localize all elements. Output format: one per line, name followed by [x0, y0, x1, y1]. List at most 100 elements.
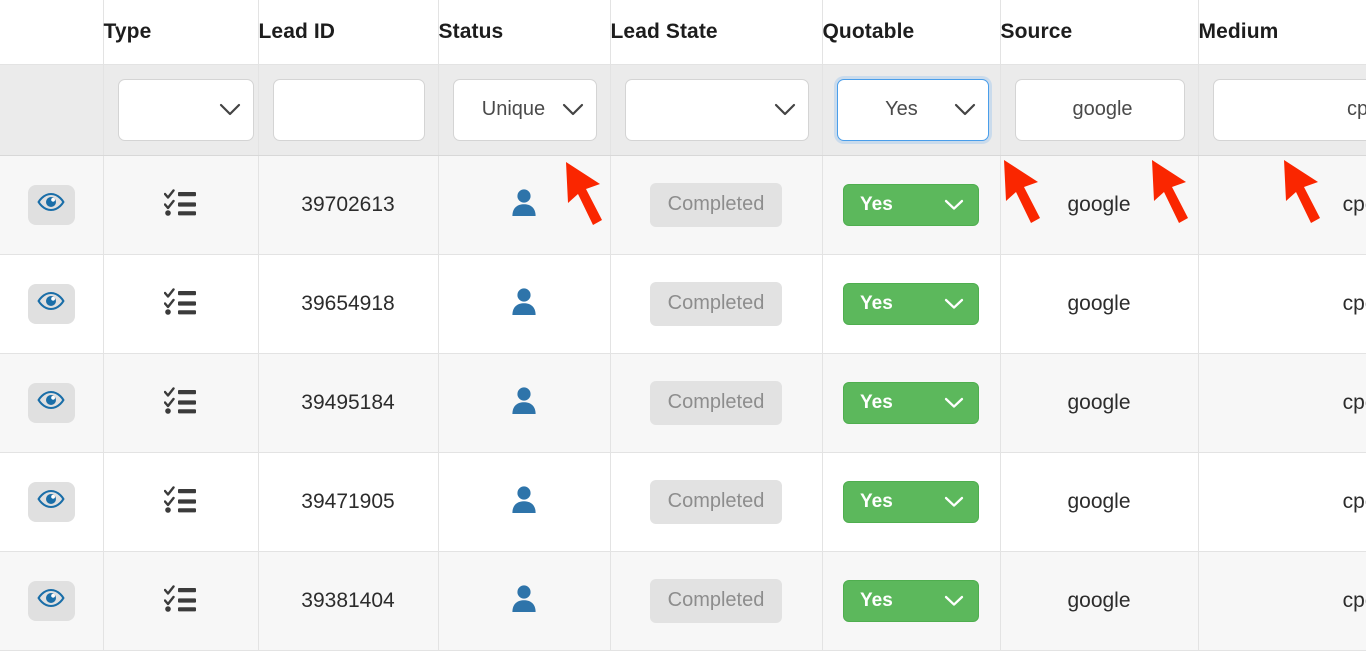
user-icon	[508, 386, 540, 421]
task-list-icon	[104, 484, 258, 520]
table-row[interactable]: 39702613 Completed Yes google cp	[0, 155, 1366, 255]
filter-cell-medium: cpc	[1198, 63, 1366, 156]
user-icon	[508, 287, 540, 322]
task-list-icon	[104, 286, 258, 322]
table-row[interactable]: 39381404 Completed Yes google cp	[0, 551, 1366, 651]
cell-leadid: 39654918	[258, 254, 439, 354]
task-list-icon	[104, 187, 258, 223]
chevron-down-icon	[219, 103, 241, 117]
filter-cell-quotable: Yes	[822, 63, 1001, 156]
table-row[interactable]: 39654918 Completed Yes google cp	[0, 254, 1366, 354]
view-row-button[interactable]	[27, 283, 75, 324]
cell-view	[0, 254, 104, 354]
cell-medium: cpc	[1198, 452, 1366, 552]
chevron-down-icon	[944, 595, 964, 607]
status-filter-value: Unique	[481, 98, 546, 120]
quotable-value: Yes	[860, 589, 893, 611]
leads-table: Type Lead ID Status Lead State Quotable …	[0, 0, 1366, 651]
filter-cell-status: Unique	[438, 63, 611, 156]
eye-icon	[37, 291, 65, 317]
lead-state-badge: Completed	[649, 479, 783, 524]
quotable-dropdown[interactable]: Yes	[843, 381, 979, 424]
cell-leadstate: Completed	[610, 155, 823, 255]
lead-state-badge: Completed	[649, 182, 783, 227]
table-row[interactable]: 39471905 Completed Yes google cp	[0, 452, 1366, 552]
eye-icon	[37, 192, 65, 218]
cell-source: google	[1000, 254, 1199, 354]
cell-leadstate: Completed	[610, 353, 823, 453]
cell-medium: cpc	[1198, 353, 1366, 453]
cell-quotable: Yes	[822, 254, 1001, 354]
quotable-dropdown[interactable]: Yes	[843, 480, 979, 523]
cell-type	[103, 452, 259, 552]
cell-type	[103, 551, 259, 651]
quotable-value: Yes	[860, 292, 893, 314]
leadid-filter-input[interactable]	[272, 78, 425, 141]
cell-status	[438, 254, 611, 354]
quotable-dropdown[interactable]: Yes	[843, 282, 979, 325]
filter-row: Unique Yes google c	[0, 63, 1366, 156]
cell-medium: cpc	[1198, 254, 1366, 354]
status-filter-select[interactable]: Unique	[452, 78, 597, 141]
cell-medium: cpc	[1198, 155, 1366, 255]
view-row-button[interactable]	[27, 184, 75, 225]
cell-type	[103, 353, 259, 453]
cell-quotable: Yes	[822, 155, 1001, 255]
task-list-icon	[104, 385, 258, 421]
filter-cell-leadstate	[610, 63, 823, 156]
chevron-down-icon	[944, 496, 964, 508]
chevron-down-icon	[944, 397, 964, 409]
cell-status	[438, 353, 611, 453]
quotable-dropdown[interactable]: Yes	[843, 579, 979, 622]
view-row-button[interactable]	[27, 382, 75, 423]
cell-leadid: 39495184	[258, 353, 439, 453]
cell-medium: cpc	[1198, 551, 1366, 651]
column-header-leadstate[interactable]: Lead State	[610, 0, 823, 65]
filter-cell-leadid	[258, 63, 439, 156]
view-row-button[interactable]	[27, 580, 75, 621]
source-filter-input[interactable]: google	[1014, 78, 1185, 141]
chevron-down-icon	[944, 298, 964, 310]
type-filter-select[interactable]	[117, 78, 254, 141]
medium-filter-input[interactable]: cpc	[1212, 78, 1366, 141]
cell-quotable: Yes	[822, 452, 1001, 552]
column-header-medium[interactable]: Medium	[1198, 0, 1366, 65]
cell-leadstate: Completed	[610, 254, 823, 354]
table-row[interactable]: 39495184 Completed Yes google cp	[0, 353, 1366, 453]
quotable-value: Yes	[860, 391, 893, 413]
cell-view	[0, 155, 104, 255]
column-header-source[interactable]: Source	[1000, 0, 1199, 65]
chevron-down-icon	[954, 103, 976, 117]
filter-cell-type	[103, 63, 259, 156]
task-list-icon	[104, 583, 258, 619]
cell-type	[103, 155, 259, 255]
column-header-status[interactable]: Status	[438, 0, 611, 65]
eye-icon	[37, 390, 65, 416]
quotable-value: Yes	[860, 490, 893, 512]
view-row-button[interactable]	[27, 481, 75, 522]
cell-status	[438, 155, 611, 255]
cell-view	[0, 551, 104, 651]
quotable-dropdown[interactable]: Yes	[843, 183, 979, 226]
chevron-down-icon	[944, 199, 964, 211]
filter-cell-source: google	[1000, 63, 1199, 156]
lead-state-badge: Completed	[649, 380, 783, 425]
lead-state-badge: Completed	[649, 578, 783, 623]
user-icon	[508, 584, 540, 619]
column-header-quotable[interactable]: Quotable	[822, 0, 1001, 65]
cell-view	[0, 353, 104, 453]
cell-leadstate: Completed	[610, 551, 823, 651]
leadstate-filter-select[interactable]	[624, 78, 809, 141]
column-header-type[interactable]: Type	[103, 0, 259, 65]
cell-quotable: Yes	[822, 551, 1001, 651]
cell-view	[0, 452, 104, 552]
table-header: Type Lead ID Status Lead State Quotable …	[0, 0, 1366, 65]
cell-leadid: 39381404	[258, 551, 439, 651]
cell-quotable: Yes	[822, 353, 1001, 453]
column-header-view[interactable]	[0, 0, 104, 65]
cell-leadstate: Completed	[610, 452, 823, 552]
quotable-filter-select[interactable]: Yes	[836, 78, 989, 141]
chevron-down-icon	[774, 103, 796, 117]
cell-status	[438, 452, 611, 552]
column-header-leadid[interactable]: Lead ID	[258, 0, 439, 65]
